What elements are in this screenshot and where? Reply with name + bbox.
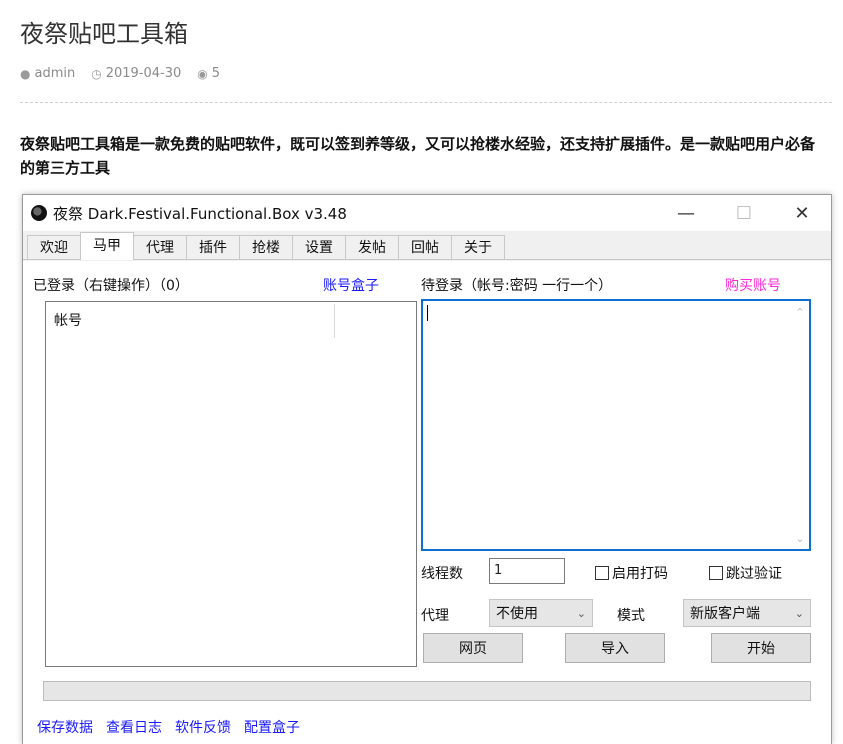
feedback-link[interactable]: 软件反馈 (175, 717, 231, 737)
mode-select-value: 新版客户端 (690, 606, 760, 622)
chevron-down-icon: ⌄ (576, 606, 586, 620)
window-controls: — ☐ ✕ (657, 195, 831, 231)
accounts-panel: 已登录（右键操作）（0） 账号盒子 帐号 待登录（帐号:密码 一行一个） 购买账… (23, 261, 831, 744)
tab-accounts[interactable]: 马甲 (80, 232, 134, 260)
buy-accounts-link[interactable]: 购买账号 (725, 275, 781, 295)
tab-grab-floor[interactable]: 抢楼 (239, 235, 293, 259)
tab-welcome[interactable]: 欢迎 (27, 235, 81, 259)
article-title: 夜祭贴吧工具箱 (20, 20, 188, 48)
proxy-select-value: 不使用 (496, 606, 538, 622)
tab-about[interactable]: 关于 (451, 235, 505, 259)
divider (20, 102, 832, 103)
mode-select[interactable]: 新版客户端 ⌄ (683, 599, 811, 627)
threads-label: 线程数 (421, 566, 463, 582)
app-logo-icon (31, 205, 47, 221)
close-button[interactable]: ✕ (773, 195, 831, 231)
minimize-button[interactable]: — (657, 195, 715, 231)
vertical-scrollbar[interactable]: ⌃ ⌄ (791, 301, 809, 549)
view-log-link[interactable]: 查看日志 (106, 717, 162, 737)
proxy-select[interactable]: 不使用 ⌄ (489, 599, 593, 627)
article-meta: ● admin ◷ 2019-04-30 ◉ 5 (20, 66, 220, 81)
tab-bar: 欢迎 马甲 代理 插件 抢楼 设置 发帖 回帖 关于 (23, 232, 831, 260)
proxy-label: 代理 (421, 608, 449, 624)
progress-bar (43, 681, 811, 701)
mode-label: 模式 (617, 608, 645, 624)
text-caret (427, 305, 428, 321)
bottom-links: 保存数据 查看日志 软件反馈 配置盒子 (37, 717, 300, 737)
import-button[interactable]: 导入 (565, 633, 665, 663)
app-window: 夜祭 Dark.Festival.Functional.Box v3.48 — … (22, 194, 832, 744)
title-bar[interactable]: 夜祭 Dark.Festival.Functional.Box v3.48 — … (23, 195, 831, 231)
column-divider[interactable] (334, 304, 335, 338)
tab-plugins[interactable]: 插件 (186, 235, 240, 259)
comment-meta[interactable]: ◉ 5 (197, 66, 220, 81)
article-lead: 夜祭贴吧工具箱是一款免费的贴吧软件，既可以签到养等级，又可以抢楼水经验，还支持扩… (20, 135, 816, 177)
tab-settings[interactable]: 设置 (292, 235, 346, 259)
logged-in-label: 已登录（右键操作）（0） (33, 278, 189, 294)
date-meta: ◷ 2019-04-30 (91, 66, 181, 81)
tab-post[interactable]: 发帖 (345, 235, 399, 259)
chevron-down-icon: ⌄ (794, 606, 804, 620)
comment-count: 5 (211, 66, 221, 81)
account-box-link[interactable]: 账号盒子 (323, 275, 379, 295)
save-data-link[interactable]: 保存数据 (37, 717, 93, 737)
pending-login-label: 待登录（帐号:密码 一行一个） (421, 278, 613, 294)
skip-verify-checkbox-label: 跳过验证 (726, 566, 782, 582)
tab-proxy[interactable]: 代理 (133, 235, 187, 259)
captcha-checkbox[interactable]: 启用打码 (595, 563, 668, 583)
author-meta[interactable]: ● admin (20, 66, 75, 81)
maximize-button[interactable]: ☐ (715, 195, 773, 231)
user-icon: ● (20, 66, 31, 81)
threads-input[interactable]: 1 (489, 558, 565, 584)
tab-reply[interactable]: 回帖 (398, 235, 452, 259)
skip-verify-checkbox-box[interactable] (709, 566, 723, 580)
logged-accounts-list[interactable]: 帐号 (45, 301, 417, 667)
captcha-checkbox-box[interactable] (595, 566, 609, 580)
start-button[interactable]: 开始 (711, 633, 811, 663)
post-date: 2019-04-30 (105, 66, 182, 81)
comment-icon: ◉ (197, 66, 208, 81)
author-name: admin (34, 66, 76, 81)
clock-icon: ◷ (91, 66, 102, 81)
captcha-checkbox-label: 启用打码 (612, 566, 668, 582)
skip-verify-checkbox[interactable]: 跳过验证 (709, 563, 782, 583)
scroll-down-icon[interactable]: ⌄ (791, 529, 809, 547)
list-header-account[interactable]: 帐号 (54, 310, 82, 330)
window-title: 夜祭 Dark.Festival.Functional.Box v3.48 (53, 204, 347, 223)
scroll-up-icon[interactable]: ⌃ (791, 303, 809, 321)
pending-accounts-input[interactable]: ⌃ ⌄ (421, 299, 811, 551)
web-button[interactable]: 网页 (423, 633, 523, 663)
config-box-link[interactable]: 配置盒子 (244, 717, 300, 737)
